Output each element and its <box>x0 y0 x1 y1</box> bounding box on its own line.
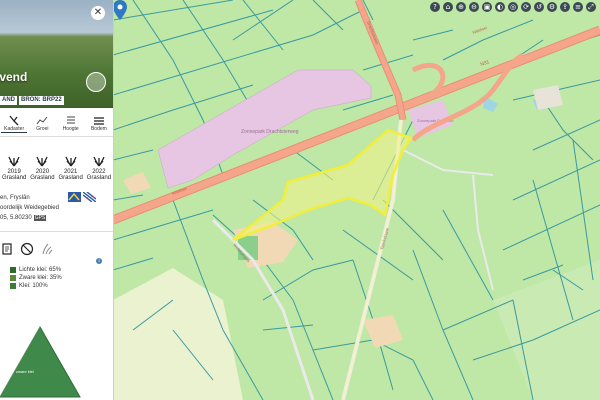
map-toolbar-button[interactable]: ◎ <box>508 2 518 12</box>
height-icon <box>66 116 75 124</box>
crop-history-item: 2022 Grasland <box>86 153 112 181</box>
region-row: oordelijk Weidegebied <box>0 203 113 213</box>
soil-swatch <box>10 283 16 289</box>
frisian-flag-icon <box>83 192 96 202</box>
location-row: en, Fryslân <box>0 192 113 203</box>
map-toolbar-button[interactable]: ⇪ <box>560 2 570 12</box>
tab-bodem[interactable]: Bodem <box>86 114 112 133</box>
feature-icons <box>0 240 113 258</box>
soil-item: Klei: 100% <box>0 282 113 290</box>
triangle-label: zware klei <box>16 369 34 374</box>
crop-history-item: 2021 Grasland <box>58 153 84 181</box>
divider <box>0 231 113 232</box>
map-toolbar-button[interactable]: ↺ <box>534 2 544 12</box>
soil-composition: i Lichte klei: 65% Zware klei: 35% Klei:… <box>0 258 113 290</box>
no-spray-icon <box>20 242 34 256</box>
soil-icon <box>93 117 104 125</box>
soil-item: Zware klei: 35% <box>0 274 113 282</box>
soil-label: Lichte klei: 65% <box>19 267 62 273</box>
panel-tabs: Kadaster Groei Hoogte Bodem <box>0 108 113 137</box>
crop-name: Grasland <box>86 175 112 181</box>
tab-label: Hoogte <box>62 126 79 132</box>
tab-hoogte[interactable]: Hoogte <box>58 114 84 133</box>
tab-label: Groei <box>36 126 49 132</box>
tab-kadaster[interactable]: Kadaster <box>1 114 28 133</box>
region-text: oordelijk Weidegebied <box>0 205 59 211</box>
map-toolbar-button[interactable]: ⤢ <box>586 2 596 12</box>
close-button[interactable]: ✕ <box>91 6 105 20</box>
grass-icon <box>93 156 105 167</box>
hero-tags: AND BRON: BRP22 <box>0 96 64 105</box>
crop-history: 2019 Grasland 2020 Grasland 2021 Graslan… <box>0 137 113 185</box>
crop-name: Grasland <box>58 175 83 181</box>
soil-label: Klei: 100% <box>19 283 48 289</box>
kadaster-icon <box>9 115 19 126</box>
map-toolbar-button[interactable]: ⊕ <box>456 2 466 12</box>
map-toolbar-button[interactable]: ? <box>430 2 440 12</box>
crop-history-item: 2020 Grasland <box>29 153 55 181</box>
crop-history-item: 2019 Grasland <box>1 153 27 181</box>
map-toolbar-button[interactable]: ⌂ <box>443 2 453 12</box>
parcel-panel: jvend ✕ AND BRON: BRP22 Kadaster Groei H… <box>0 0 114 400</box>
growth-chart-icon <box>36 116 48 125</box>
tab-groei[interactable]: Groei <box>29 114 55 133</box>
hero-tag: AND <box>0 96 17 105</box>
grass-icon <box>8 156 20 167</box>
grass-icon <box>36 156 48 167</box>
parcel-photo: jvend ✕ AND BRON: BRP22 <box>0 0 113 108</box>
flags <box>68 192 96 202</box>
soil-swatch <box>10 275 16 281</box>
map-toolbar-button[interactable]: ⟳ <box>521 2 531 12</box>
location-text: en, Fryslân <box>0 195 30 201</box>
map-toolbar-button[interactable]: ⚙ <box>547 2 557 12</box>
map-toolbar-button[interactable]: ≡ <box>573 2 583 12</box>
grass-outline-icon <box>42 243 53 255</box>
soil-item: Lichte klei: 65% <box>0 266 113 274</box>
soil-triangle: zware klei <box>0 325 81 398</box>
document-icon <box>2 243 12 255</box>
parcel-title: jvend <box>0 70 28 84</box>
grass-icon <box>65 156 77 167</box>
crop-name: Grasland <box>30 175 55 181</box>
map-toolbar-button[interactable]: ▣ <box>482 2 492 12</box>
location-pin-icon[interactable] <box>113 0 127 20</box>
tab-label: Kadaster <box>4 126 25 132</box>
map-canvas[interactable]: Zonnepark Drachtsterweg Zonnepark Dracht… <box>113 0 600 400</box>
map-view[interactable]: Zonnepark Drachtsterweg Zonnepark Dracht… <box>113 0 600 400</box>
hero-tag: BRON: BRP22 <box>19 96 64 105</box>
grass-crop-icon <box>86 72 106 92</box>
tab-label: Bodem <box>90 126 107 132</box>
coords-text: 05, 5.80230 <box>0 215 32 221</box>
province-flag-icon <box>68 192 81 202</box>
info-icon[interactable]: i <box>96 258 102 264</box>
crop-name: Grasland <box>1 175 27 181</box>
solar-park-label: Zonnepark Drachtsterweg <box>241 129 299 135</box>
coords-row: 05, 5.80230 GPS <box>0 213 113 223</box>
soil-swatch <box>10 267 16 273</box>
map-toolbar-button[interactable]: ⊖ <box>469 2 479 12</box>
gps-badge[interactable]: GPS <box>33 215 47 221</box>
map-toolbar: ? ⌂ ⊕ ⊖ ▣ ◐ ◎ ⟳ ↺ ⚙ ⇪ ≡ ⤢ <box>426 0 600 18</box>
map-toolbar-button[interactable]: ◐ <box>495 2 505 12</box>
soil-label: Zware klei: 35% <box>19 275 62 281</box>
